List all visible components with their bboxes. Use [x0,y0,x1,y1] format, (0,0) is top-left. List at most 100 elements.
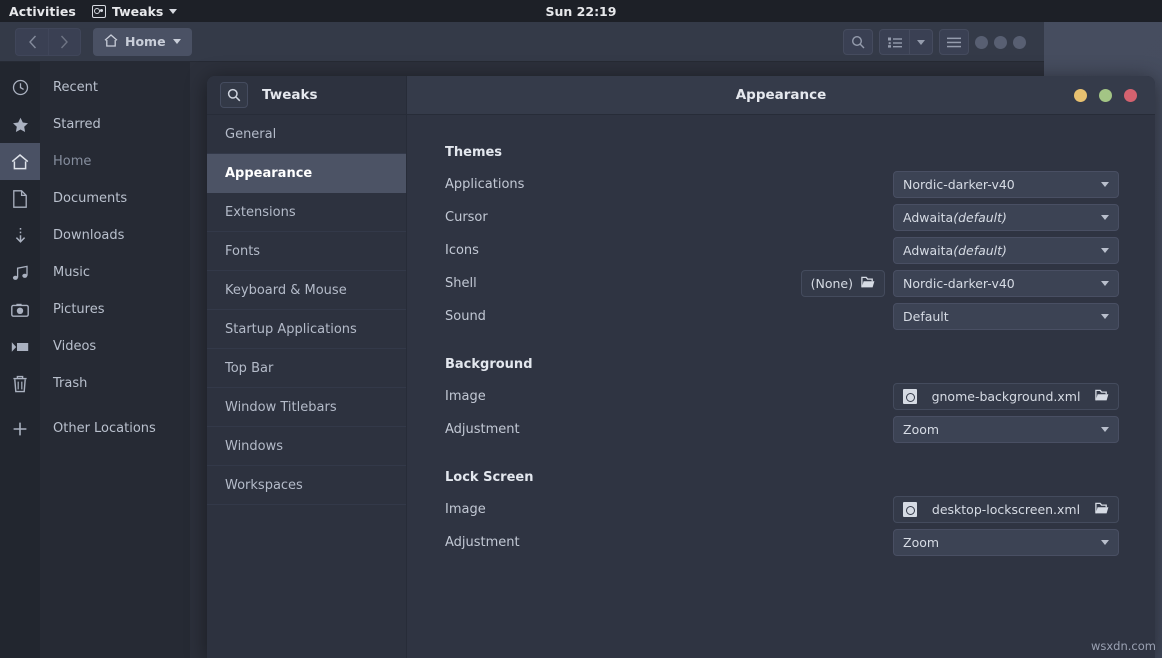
close-button[interactable] [1124,89,1137,102]
chevron-down-icon [1101,182,1109,187]
xml-file-icon [903,389,917,404]
combo-value: Nordic-darker-v40 [903,177,1015,192]
row-control: Zoom [893,416,1119,443]
pathbar-home-button[interactable]: Home [93,28,192,56]
sidebar-divider-label [40,402,190,410]
row-control: Adwaita (default) [893,204,1119,231]
background-adjustment-combo[interactable]: Zoom [893,416,1119,443]
sidebar-item-pictures[interactable]: Pictures [40,291,190,328]
sidebar-item-trash[interactable]: Trash [40,365,190,402]
folder-open-icon [1095,388,1109,405]
row-label: Image [445,502,486,517]
row-control: Zoom [893,529,1119,556]
sidebar-item-videos[interactable]: Videos [40,328,190,365]
sidebar-item-home[interactable]: Home [40,143,190,180]
chevron-down-icon [173,39,181,44]
tweaks-body: General Appearance Extensions Fonts Keyb… [207,115,1155,658]
sidebar-item-music-icon[interactable] [0,254,40,291]
sidebar-item-videos-icon[interactable] [0,328,40,365]
nav-item-window-titlebars[interactable]: Window Titlebars [207,388,406,427]
sidebar-item-starred[interactable]: Starred [40,106,190,143]
sidebar-item-trash-icon[interactable] [0,365,40,402]
sidebar-item-other-locations[interactable]: Other Locations [40,410,190,447]
files-toolbar [843,29,1026,55]
sidebar-item-documents-icon[interactable] [0,180,40,217]
row-control: Default [893,303,1119,330]
view-options-chevron-icon[interactable] [909,29,933,55]
home-icon [104,34,118,50]
background-image-filename: gnome-background.xml [925,389,1087,404]
sidebar-item-downloads[interactable]: Downloads [40,217,190,254]
back-icon[interactable] [16,29,48,55]
row-sound-theme: Sound Default [445,300,1119,333]
files-sidebar-label-column: Recent Starred Home Documents Downloads … [40,62,190,658]
files-minimize-button[interactable] [975,36,988,49]
chevron-down-icon [169,9,177,14]
sidebar-item-recent[interactable]: Recent [40,69,190,106]
sidebar-item-downloads-icon[interactable] [0,217,40,254]
sidebar-item-music[interactable]: Music [40,254,190,291]
lockscreen-image-file-button[interactable]: desktop-lockscreen.xml [893,496,1119,523]
search-icon[interactable] [220,82,248,108]
row-label: Applications [445,177,524,192]
nav-item-windows[interactable]: Windows [207,427,406,466]
list-view-icon[interactable] [879,29,909,55]
nav-item-startup-applications[interactable]: Startup Applications [207,310,406,349]
row-icons-theme: Icons Adwaita (default) [445,234,1119,267]
nav-item-extensions[interactable]: Extensions [207,193,406,232]
row-label: Cursor [445,210,488,225]
icons-theme-combo[interactable]: Adwaita (default) [893,237,1119,264]
nav-item-top-bar[interactable]: Top Bar [207,349,406,388]
applications-theme-combo[interactable]: Nordic-darker-v40 [893,171,1119,198]
sound-theme-combo[interactable]: Default [893,303,1119,330]
row-label: Adjustment [445,535,520,550]
maximize-button[interactable] [1099,89,1112,102]
combo-value-default: (default) [953,210,1007,225]
section-title-background: Background [445,357,1119,372]
files-maximize-button[interactable] [994,36,1007,49]
sidebar-item-home-icon[interactable] [0,143,40,180]
nav-item-fonts[interactable]: Fonts [207,232,406,271]
shell-theme-file-button[interactable]: (None) [801,270,885,297]
window-controls [1074,76,1137,115]
files-header-bar: Home [0,22,1044,62]
sidebar-item-documents[interactable]: Documents [40,180,190,217]
shell-theme-combo[interactable]: Nordic-darker-v40 [893,270,1119,297]
files-sidebar-icon-column [0,62,40,658]
shell-theme-file-label: (None) [811,276,853,291]
minimize-button[interactable] [1074,89,1087,102]
background-image-file-button[interactable]: gnome-background.xml [893,383,1119,410]
section-themes: Themes Applications Nordic-darker-v40 Cu… [445,145,1119,333]
nav-item-keyboard-mouse[interactable]: Keyboard & Mouse [207,271,406,310]
chevron-down-icon [1101,427,1109,432]
cursor-theme-combo[interactable]: Adwaita (default) [893,204,1119,231]
row-control: Nordic-darker-v40 [893,171,1119,198]
hamburger-menu-icon[interactable] [939,29,969,55]
activities-button[interactable]: Activities [0,4,86,19]
files-close-button[interactable] [1013,36,1026,49]
row-lockscreen-adjustment: Adjustment Zoom [445,526,1119,559]
forward-icon[interactable] [48,29,80,55]
nav-item-workspaces[interactable]: Workspaces [207,466,406,505]
sidebar-item-other-locations-icon[interactable] [0,410,40,447]
tweaks-window: Tweaks Appearance General Appearance Ext… [207,76,1155,658]
row-label: Icons [445,243,479,258]
sidebar-item-starred-icon[interactable] [0,106,40,143]
nav-item-general[interactable]: General [207,115,406,154]
combo-value: Adwaita [903,210,953,225]
search-icon[interactable] [843,29,873,55]
app-menu-label: Tweaks [112,4,163,19]
section-title-lock-screen: Lock Screen [445,470,1119,485]
nav-item-appearance[interactable]: Appearance [207,154,406,193]
row-control: desktop-lockscreen.xml [893,496,1119,523]
lockscreen-adjustment-combo[interactable]: Zoom [893,529,1119,556]
sidebar-item-pictures-icon[interactable] [0,291,40,328]
app-menu-button[interactable]: Tweaks [86,4,183,19]
row-background-adjustment: Adjustment Zoom [445,413,1119,446]
section-title-themes: Themes [445,145,1119,160]
chevron-down-icon [1101,215,1109,220]
watermark: wsxdn.com [1091,639,1156,653]
tweaks-header-left: Tweaks [207,76,407,114]
sidebar-item-recent-icon[interactable] [0,69,40,106]
row-shell-theme: Shell (None) Nordic-darker-v40 [445,267,1119,300]
